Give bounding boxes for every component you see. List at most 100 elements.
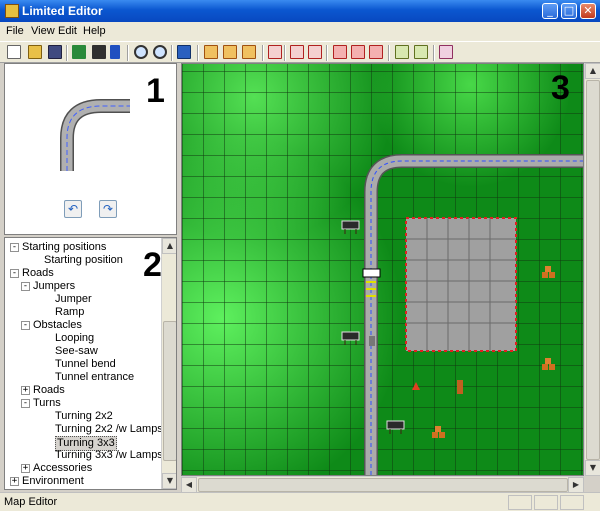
- tree-item-label: Jumpers: [33, 280, 76, 292]
- tree-item[interactable]: Starting position: [5, 254, 161, 267]
- menu-file[interactable]: File: [6, 25, 24, 37]
- rotate-ccw-button[interactable]: ↶: [64, 200, 82, 218]
- tree-item-label: See-saw: [55, 345, 98, 357]
- toolbar-separator: [262, 45, 264, 61]
- menu-edit[interactable]: Edit: [58, 25, 77, 37]
- tree-item-label: Environment: [22, 475, 84, 487]
- scroll-up-icon[interactable]: ▲: [162, 238, 176, 254]
- flip-icon[interactable]: [333, 45, 347, 59]
- expand-icon[interactable]: +: [21, 386, 30, 395]
- tree-item[interactable]: Tunnel entrance: [5, 371, 161, 384]
- tree-item[interactable]: - Obstacles: [5, 319, 161, 332]
- map-vscroll-thumb[interactable]: [586, 80, 600, 460]
- scroll-down-icon[interactable]: ▼: [162, 473, 176, 489]
- collapse-icon[interactable]: -: [10, 243, 19, 252]
- terrain-tool-icon[interactable]: [72, 45, 86, 59]
- collapse-icon[interactable]: -: [21, 321, 30, 330]
- toolbar-separator: [197, 45, 199, 61]
- shift-up-icon[interactable]: [242, 45, 256, 59]
- status-panel: [534, 495, 558, 510]
- collapse-icon[interactable]: -: [21, 282, 30, 291]
- tree-item[interactable]: - Turns: [5, 397, 161, 410]
- panel-number-1: 1: [146, 72, 165, 110]
- scroll-up-icon[interactable]: ▲: [585, 63, 600, 79]
- flip-vertical-icon[interactable]: [351, 45, 365, 59]
- tree-item-label: Accessories: [33, 462, 93, 474]
- map-canvas[interactable]: 3: [181, 63, 584, 476]
- delete-row-icon[interactable]: [308, 45, 322, 59]
- tree-item-label: Roads: [33, 384, 65, 396]
- panel-number-3: 3: [551, 69, 570, 107]
- shift-left-icon[interactable]: [204, 45, 218, 59]
- close-icon[interactable]: ✕: [580, 3, 596, 19]
- rotate-right-icon[interactable]: [414, 45, 428, 59]
- toolbar-separator: [433, 45, 435, 61]
- save-icon[interactable]: [48, 45, 62, 59]
- menu-view[interactable]: View: [31, 25, 55, 37]
- tree-item[interactable]: See-saw: [5, 345, 161, 358]
- tree-item-label: Ramp: [55, 306, 85, 318]
- map-settings-icon[interactable]: [177, 45, 191, 59]
- road-tool-icon[interactable]: [92, 45, 106, 59]
- toolbar-separator: [388, 45, 390, 61]
- tree-item[interactable]: + Accessories: [5, 462, 161, 475]
- toolbar-separator: [127, 45, 129, 61]
- tree-item[interactable]: + Environment: [5, 475, 161, 488]
- scroll-down-icon[interactable]: ▼: [585, 460, 600, 476]
- collapse-icon[interactable]: -: [21, 399, 30, 408]
- tree-item[interactable]: Turning 2x2: [5, 410, 161, 423]
- app-icon: [5, 4, 19, 18]
- tree-item[interactable]: - Jumpers: [5, 280, 161, 293]
- shift-right-icon[interactable]: [223, 45, 237, 59]
- maximize-icon[interactable]: □: [561, 3, 577, 19]
- insert-row-icon[interactable]: [290, 45, 304, 59]
- tree-item-label: Tunnel bend: [55, 358, 116, 370]
- zoom-in-icon[interactable]: [153, 45, 167, 59]
- tree-item[interactable]: Turning 3x3 /w Lamps: [5, 449, 163, 462]
- tree-item-label: Starting positions: [22, 241, 107, 253]
- rotate-left-icon[interactable]: [395, 45, 409, 59]
- minimize-icon[interactable]: _: [542, 3, 558, 19]
- toolbar-separator: [284, 45, 286, 61]
- tree-item[interactable]: Tunnel bend: [5, 358, 161, 371]
- footsteps-icon[interactable]: [110, 45, 120, 59]
- map-horizontal-scrollbar[interactable]: ◀ ▶: [181, 476, 584, 493]
- properties-icon[interactable]: [439, 45, 453, 59]
- tree-item[interactable]: Looping: [5, 332, 161, 345]
- menu-help[interactable]: Help: [83, 25, 106, 37]
- tree-scroll-thumb[interactable]: [163, 321, 176, 461]
- tree-item-label: Looping: [55, 332, 95, 344]
- toolbar-separator: [171, 45, 173, 61]
- map-vertical-scrollbar[interactable]: ▲ ▼: [584, 63, 600, 476]
- tree-item[interactable]: - Roads: [5, 267, 161, 280]
- open-folder-icon[interactable]: [28, 45, 42, 59]
- scroll-left-icon[interactable]: ◀: [181, 477, 197, 493]
- tree-item[interactable]: Turning 2x2 /w Lamps: [5, 423, 163, 436]
- mirror-icon[interactable]: [369, 45, 383, 59]
- tree-item[interactable]: Jumper: [5, 293, 161, 306]
- delete-column-icon[interactable]: [268, 45, 282, 59]
- tree-item[interactable]: Turning 3x3: [5, 436, 161, 451]
- rotate-cw-button[interactable]: ↷: [99, 200, 117, 218]
- barrel-object[interactable]: [457, 380, 463, 394]
- tree-item[interactable]: + Roads: [5, 384, 161, 397]
- new-file-icon[interactable]: [7, 45, 21, 59]
- collapse-icon[interactable]: -: [10, 269, 19, 278]
- figure-object[interactable]: [369, 336, 375, 346]
- expand-icon[interactable]: +: [21, 464, 30, 473]
- expand-icon[interactable]: +: [10, 477, 19, 486]
- tree-item-label: Roads: [22, 267, 54, 279]
- tree-item-label: Turning 2x2 /w Lamps: [55, 423, 163, 435]
- tree-item[interactable]: - Starting positions: [5, 241, 161, 254]
- status-panel: [560, 495, 584, 510]
- map-view[interactable]: [182, 64, 583, 475]
- tree-item[interactable]: Ramp: [5, 306, 161, 319]
- toolbar-separator: [66, 45, 68, 61]
- tree-scrollbar[interactable]: ▲ ▼: [161, 238, 176, 489]
- title-bar: Limited Editor _ □ ✕: [0, 0, 600, 22]
- toolbar-separator: [326, 45, 328, 61]
- map-hscroll-thumb[interactable]: [198, 478, 568, 492]
- scroll-right-icon[interactable]: ▶: [568, 477, 584, 493]
- zoom-out-icon[interactable]: [134, 45, 148, 59]
- tree-item-label: Jumper: [55, 293, 92, 305]
